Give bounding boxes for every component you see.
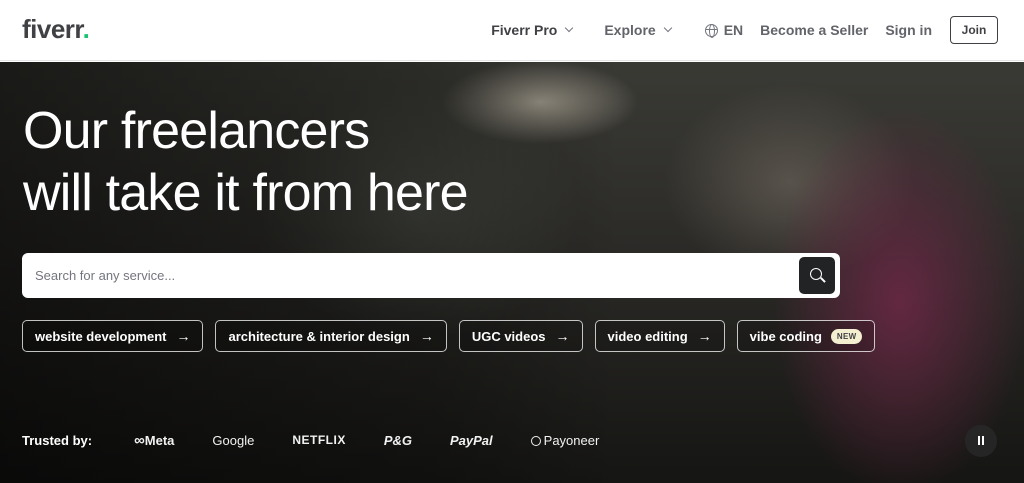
header-nav: Fiverr Pro Explore EN Become a Seller Si… xyxy=(491,16,998,44)
fiverr-pro-label: Fiverr Pro xyxy=(491,22,558,38)
new-badge: NEW xyxy=(830,328,863,344)
language-selector[interactable]: EN xyxy=(704,22,744,38)
sign-in-link[interactable]: Sign in xyxy=(885,22,932,38)
hero-section: Our freelancers will take it from here w… xyxy=(0,62,1024,483)
pause-video-button[interactable] xyxy=(965,425,997,457)
join-label: Join xyxy=(961,23,987,37)
brand-name-paypal: PayPal xyxy=(450,432,493,448)
hero-title-line-1: Our freelancers xyxy=(23,102,370,160)
chip-vibe-coding[interactable]: vibe coding NEW xyxy=(736,320,876,352)
brand-name-google: Google xyxy=(212,432,255,448)
logo-text: fiverr xyxy=(22,14,83,44)
chip-label: UGC videos xyxy=(471,328,546,344)
search-input[interactable] xyxy=(22,253,792,298)
join-button[interactable]: Join xyxy=(950,16,998,44)
payoneer-ring-icon xyxy=(530,435,541,446)
sign-in-label: Sign in xyxy=(885,22,932,38)
brand-name-payoneer: Payoneer xyxy=(543,432,600,448)
hero-title: Our freelancers will take it from here xyxy=(23,100,583,224)
explore-menu[interactable]: Explore xyxy=(604,22,672,38)
globe-icon xyxy=(704,23,718,38)
brand-name-netflix: NETFLIX xyxy=(292,433,346,447)
hero-title-line-2: will take it from here xyxy=(23,164,469,222)
become-seller-link[interactable]: Become a Seller xyxy=(760,22,868,38)
fiverr-logo[interactable]: fiverr. xyxy=(22,14,90,44)
language-label: EN xyxy=(723,22,744,38)
trusted-by-row: Trusted by: ∞Meta Google NETFLIX P&G Pay… xyxy=(22,430,637,450)
logo-dot: . xyxy=(82,14,90,44)
payoneer-logo: Payoneer xyxy=(530,432,600,448)
arrow-right-icon: → xyxy=(176,328,191,344)
explore-label: Explore xyxy=(604,22,656,38)
chip-label: video editing xyxy=(607,328,688,344)
fiverr-pro-menu[interactable]: Fiverr Pro xyxy=(491,22,574,38)
search-button[interactable] xyxy=(799,257,835,294)
arrow-right-icon: → xyxy=(555,328,570,344)
chip-label: vibe coding xyxy=(749,328,822,344)
netflix-logo: NETFLIX xyxy=(292,433,346,447)
popular-services: website development → architecture & int… xyxy=(22,320,887,352)
top-header: fiverr. Fiverr Pro Explore EN Become a S… xyxy=(0,0,1024,61)
arrow-right-icon: → xyxy=(697,328,712,344)
trusted-by-label: Trusted by: xyxy=(22,432,93,448)
chip-ugc-videos[interactable]: UGC videos → xyxy=(458,320,583,352)
arrow-right-icon: → xyxy=(419,328,434,344)
chip-website-development[interactable]: website development → xyxy=(22,320,204,352)
search-icon xyxy=(810,268,822,280)
brand-name-meta: Meta xyxy=(144,432,175,448)
brand-name-pg: P&G xyxy=(383,432,412,448)
chip-architecture-interior-design[interactable]: architecture & interior design → xyxy=(215,320,447,352)
meta-infinity-icon: ∞ xyxy=(134,431,145,449)
chip-label: architecture & interior design xyxy=(228,328,410,344)
chevron-down-icon xyxy=(565,23,574,33)
chip-label: website development xyxy=(35,328,167,344)
paypal-logo: PayPal xyxy=(450,433,493,448)
google-logo: Google xyxy=(212,433,254,448)
become-seller-label: Become a Seller xyxy=(760,22,869,38)
search-bar xyxy=(22,253,840,298)
pg-logo: P&G xyxy=(384,433,412,448)
meta-logo: ∞Meta xyxy=(134,432,174,449)
chip-video-editing[interactable]: video editing → xyxy=(594,320,725,352)
chevron-down-icon xyxy=(663,23,672,33)
